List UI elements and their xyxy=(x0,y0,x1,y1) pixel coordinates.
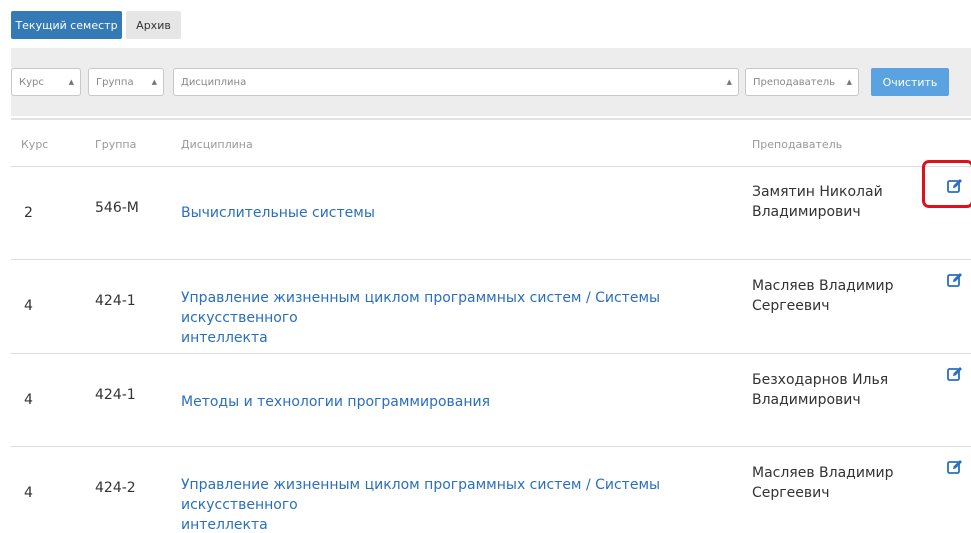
teacher-filter-label: Преподаватель xyxy=(753,76,836,88)
row-teacher: Замятин Николай Владимирович xyxy=(752,182,942,222)
course-filter[interactable]: Курс ▲ xyxy=(11,68,81,96)
teacher-line: Сергеевич xyxy=(752,298,830,314)
teacher-line: Сергеевич xyxy=(752,485,830,501)
header-teacher: Преподаватель xyxy=(752,138,843,151)
header-course: Курс xyxy=(21,138,49,151)
discipline-filter[interactable]: Дисциплина ▲ xyxy=(173,68,739,96)
teacher-line: Безходарнов Илья xyxy=(752,372,889,388)
row-course: 4 xyxy=(24,485,33,501)
discipline-line: Управление жизненным циклом программных … xyxy=(181,290,661,326)
edit-highlight-box xyxy=(922,160,971,208)
row-course: 2 xyxy=(24,205,33,221)
chevron-up-icon: ▲ xyxy=(151,78,157,86)
row-group: 424-1 xyxy=(95,387,136,403)
chevron-up-icon: ▲ xyxy=(68,78,74,86)
chevron-up-icon: ▲ xyxy=(846,78,852,86)
clear-filters-button[interactable]: Очистить xyxy=(871,68,949,96)
header-group: Группа xyxy=(95,138,137,151)
row-group: 546-М xyxy=(95,200,139,216)
row-course: 4 xyxy=(24,298,33,314)
course-filter-label: Курс xyxy=(19,76,44,88)
row-divider xyxy=(11,446,971,447)
edit-icon[interactable] xyxy=(947,459,963,475)
semester-tabs: Текущий семестр Архив xyxy=(11,11,181,39)
row-teacher: Масляев Владимир Сергеевич xyxy=(752,276,942,316)
row-divider xyxy=(11,259,971,260)
discipline-link[interactable]: Управление жизненным циклом программных … xyxy=(181,475,741,533)
row-course: 4 xyxy=(24,392,33,408)
discipline-line: интеллекта xyxy=(181,330,268,346)
discipline-link[interactable]: Методы и технологии программирования xyxy=(181,392,741,412)
filter-bar: Курс ▲ Группа ▲ Дисциплина ▲ Преподавате… xyxy=(11,48,971,116)
discipline-line: Вычислительные системы xyxy=(181,205,375,221)
row-group: 424-2 xyxy=(95,480,136,496)
teacher-line: Масляев Владимир xyxy=(752,465,894,481)
discipline-filter-label: Дисциплина xyxy=(181,76,247,88)
filter-divider xyxy=(11,118,971,120)
row-teacher: Масляев Владимир Сергеевич xyxy=(752,463,942,503)
discipline-link[interactable]: Вычислительные системы xyxy=(181,203,741,223)
edit-icon[interactable] xyxy=(947,366,963,382)
tab-archive[interactable]: Архив xyxy=(126,11,181,39)
teacher-filter[interactable]: Преподаватель ▲ xyxy=(745,68,859,96)
row-group: 424-1 xyxy=(95,293,136,309)
teacher-line: Владимирович xyxy=(752,392,861,408)
discipline-line: Управление жизненным циклом программных … xyxy=(181,477,661,513)
discipline-link[interactable]: Управление жизненным циклом программных … xyxy=(181,288,741,348)
chevron-up-icon: ▲ xyxy=(726,78,732,86)
discipline-line: Методы и технологии программирования xyxy=(181,394,491,410)
header-discipline: Дисциплина xyxy=(181,138,253,151)
header-divider xyxy=(11,166,971,167)
tab-current-semester[interactable]: Текущий семестр xyxy=(11,11,122,39)
teacher-line: Владимирович xyxy=(752,204,861,220)
teacher-line: Масляев Владимир xyxy=(752,278,894,294)
edit-icon[interactable] xyxy=(947,272,963,288)
discipline-line: интеллекта xyxy=(181,517,268,533)
row-teacher: Безходарнов Илья Владимирович xyxy=(752,370,942,410)
row-divider xyxy=(11,353,971,354)
group-filter[interactable]: Группа ▲ xyxy=(88,68,164,96)
teacher-line: Замятин Николай xyxy=(752,184,883,200)
group-filter-label: Группа xyxy=(96,76,134,88)
